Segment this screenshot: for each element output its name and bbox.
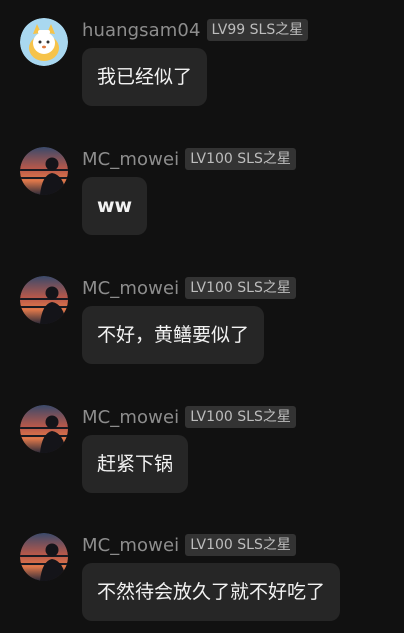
- username[interactable]: MC_mowei: [82, 535, 179, 556]
- message-header: huangsam04 LV99 SLS之星: [82, 19, 309, 41]
- silhouette-sunset-avatar-icon: [20, 533, 68, 581]
- silhouette-sunset-avatar-icon: [20, 405, 68, 453]
- user-avatar[interactable]: [20, 18, 68, 66]
- user-avatar[interactable]: [20, 405, 68, 453]
- username[interactable]: MC_mowei: [82, 149, 179, 170]
- silhouette-sunset-avatar-icon: [20, 147, 68, 195]
- level-badge: LV99 SLS之星: [206, 19, 309, 41]
- message-bubble: 我已经似了: [82, 48, 208, 106]
- message-bubble: 赶紧下锅: [82, 435, 189, 493]
- silhouette-sunset-avatar-icon: [20, 276, 68, 324]
- user-avatar[interactable]: [20, 533, 68, 581]
- message-bubble: 不然待会放久了就不好吃了: [82, 563, 341, 621]
- user-avatar[interactable]: [20, 147, 68, 195]
- level-badge: LV100 SLS之星: [185, 148, 296, 170]
- message-header: MC_mowei LV100 SLS之星: [82, 277, 296, 299]
- username[interactable]: huangsam04: [82, 20, 201, 41]
- level-badge: LV100 SLS之星: [185, 534, 296, 556]
- username[interactable]: MC_mowei: [82, 407, 179, 428]
- message-header: MC_mowei LV100 SLS之星: [82, 148, 296, 170]
- message-header: MC_mowei LV100 SLS之星: [82, 534, 296, 556]
- message-bubble: ww: [82, 177, 148, 235]
- level-badge: LV100 SLS之星: [185, 406, 296, 428]
- username[interactable]: MC_mowei: [82, 278, 179, 299]
- user-avatar[interactable]: [20, 276, 68, 324]
- message-bubble: 不好，黄鳝要似了: [82, 306, 265, 364]
- fox-avatar-icon: [20, 18, 68, 66]
- level-badge: LV100 SLS之星: [185, 277, 296, 299]
- message-header: MC_mowei LV100 SLS之星: [82, 406, 296, 428]
